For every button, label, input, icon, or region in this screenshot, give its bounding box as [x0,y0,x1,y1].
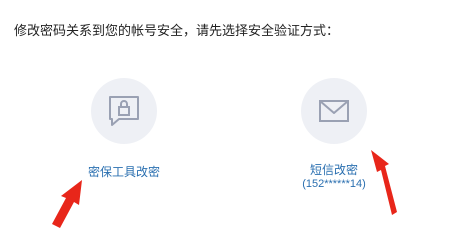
envelope-icon [301,78,367,144]
security-tool-label[interactable]: 密保工具改密 [59,165,189,180]
security-verification-page: 修改密码关系到您的帐号安全，请先选择安全验证方式： 密保工具改密 短信改密 (1… [0,0,463,247]
security-tool-option[interactable]: 密保工具改密 [59,78,189,180]
masked-phone-number: (152******14) [302,178,366,190]
sms-option[interactable]: 短信改密 (152******14) [269,78,399,191]
instruction-text: 修改密码关系到您的帐号安全，请先选择安全验证方式： [14,24,340,39]
lock-chat-icon [91,78,157,144]
sms-label[interactable]: 短信改密 [269,163,399,178]
